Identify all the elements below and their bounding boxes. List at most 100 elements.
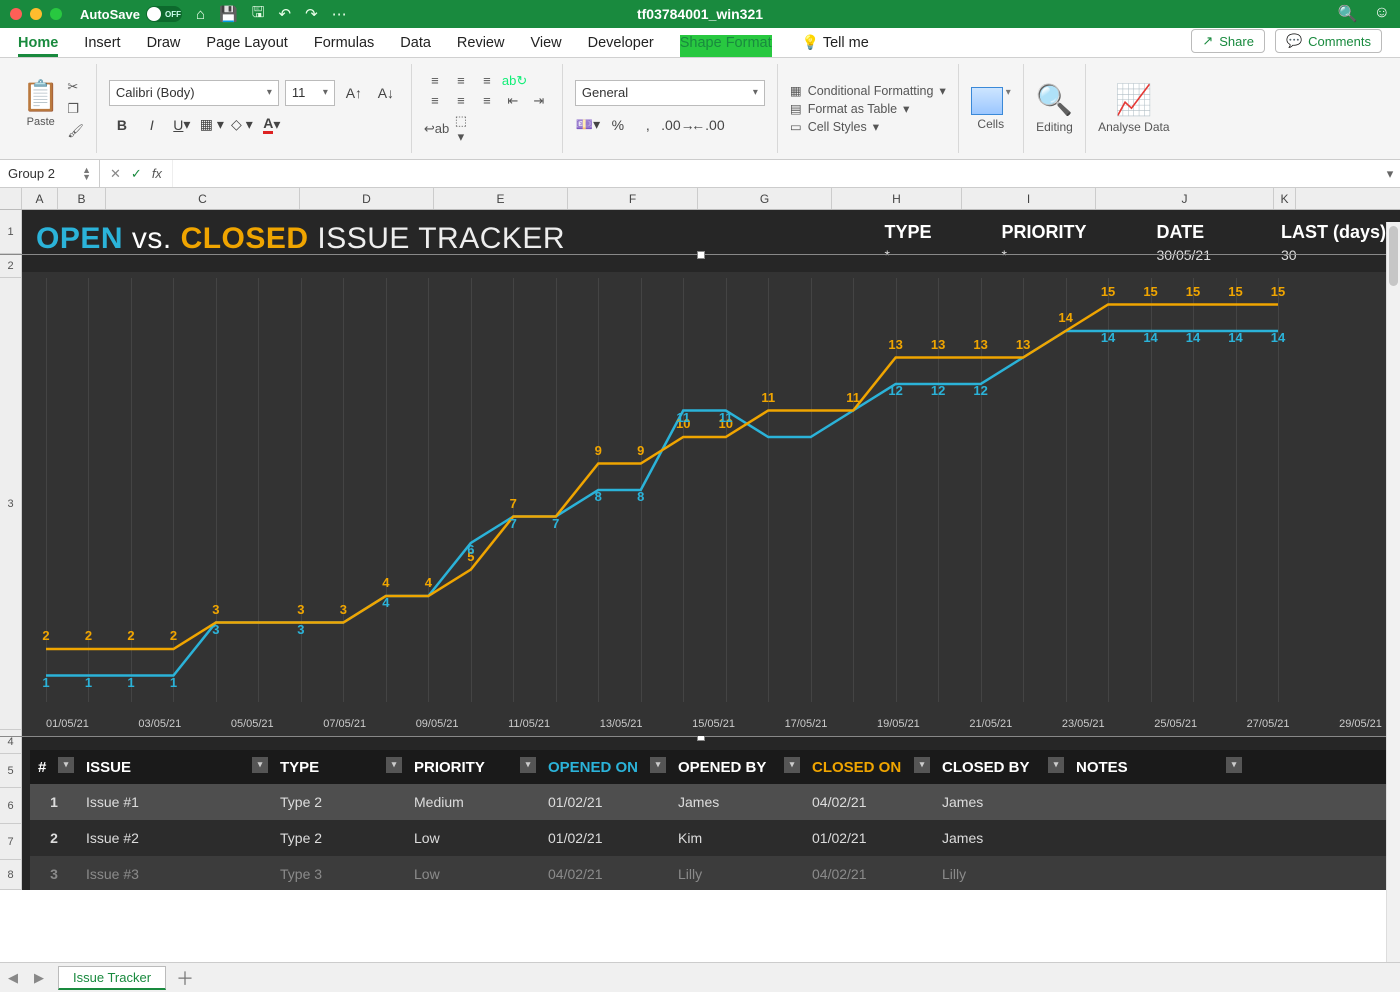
increase-font-icon[interactable]: A↑ [341, 80, 367, 106]
col-header[interactable]: G [698, 188, 832, 209]
tab-formulas[interactable]: Formulas [314, 35, 374, 57]
fill-color-button[interactable]: ◇ ▾ [229, 112, 255, 138]
th-opened-by[interactable]: OPENED BY▾ [670, 759, 804, 776]
table-cell[interactable]: Lilly [934, 866, 1068, 882]
table-cell[interactable]: 01/02/21 [540, 794, 670, 810]
font-combo[interactable]: Calibri (Body)▾ [109, 80, 279, 106]
analyse-data-button[interactable]: 📈 Analyse Data [1098, 83, 1169, 134]
indent-inc-icon[interactable]: ⇥ [528, 93, 550, 109]
comments-button[interactable]: 💬Comments [1275, 29, 1382, 53]
table-cell[interactable]: 04/02/21 [804, 866, 934, 882]
align-left-icon[interactable]: ≡ [424, 93, 446, 108]
share-button[interactable]: ↗Share [1191, 29, 1265, 53]
table-cell[interactable]: 2 [30, 830, 78, 846]
table-cell[interactable]: Type 2 [272, 794, 406, 810]
table-row[interactable]: 2Issue #2Type 2Low01/02/21Kim01/02/21Jam… [30, 820, 1390, 856]
worksheet[interactable]: 1 2 3 4 5 6 7 8 OPEN vs. CLOSED ISSUE TR… [0, 210, 1400, 890]
copy-icon[interactable]: ❐ [67, 101, 84, 117]
row-header[interactable]: 8 [0, 860, 21, 890]
table-cell[interactable]: James [934, 830, 1068, 846]
filter-icon[interactable]: ▾ [1226, 757, 1242, 773]
sheet-tab[interactable]: Issue Tracker [58, 966, 166, 990]
col-header[interactable]: H [832, 188, 962, 209]
align-center-icon[interactable]: ≡ [450, 93, 472, 108]
tab-draw[interactable]: Draw [147, 35, 181, 57]
table-cell[interactable]: 04/02/21 [804, 794, 934, 810]
col-header[interactable]: E [434, 188, 568, 209]
table-cell[interactable]: Issue #1 [78, 794, 272, 810]
table-cell[interactable]: James [934, 794, 1068, 810]
percent-icon[interactable]: % [605, 112, 631, 138]
table-row[interactable]: 3Issue #3Type 3Low04/02/21Lilly04/02/21L… [30, 856, 1390, 890]
close-window-icon[interactable] [10, 8, 22, 20]
minimize-window-icon[interactable] [30, 8, 42, 20]
more-icon[interactable]: ⋯ [332, 5, 347, 23]
th-priority[interactable]: PRIORITY▾ [406, 759, 540, 776]
tab-view[interactable]: View [530, 35, 561, 57]
table-cell[interactable]: 3 [30, 866, 78, 882]
align-top-icon[interactable]: ≡ [424, 73, 446, 88]
col-header[interactable]: I [962, 188, 1096, 209]
table-row[interactable]: 1Issue #1Type 2Medium01/02/21James04/02/… [30, 784, 1390, 820]
comma-icon[interactable]: , [635, 112, 661, 138]
line-chart[interactable]: 01/05/2103/05/2105/05/2107/05/2109/05/21… [22, 272, 1400, 736]
table-cell[interactable]: Type 2 [272, 830, 406, 846]
filter-icon[interactable]: ▾ [520, 757, 536, 773]
formula-bar[interactable] [172, 160, 1380, 187]
filter-icon[interactable]: ▾ [1048, 757, 1064, 773]
th-issue[interactable]: ISSUE▾ [78, 759, 272, 776]
home-icon[interactable]: ⌂ [196, 6, 205, 23]
filter-icon[interactable]: ▾ [784, 757, 800, 773]
table-cell[interactable]: 01/02/21 [540, 830, 670, 846]
th-closed-on[interactable]: CLOSED ON▾ [804, 759, 934, 776]
col-header[interactable]: D [300, 188, 434, 209]
expand-formula-bar-icon[interactable]: ▾ [1380, 166, 1400, 182]
italic-button[interactable]: I [139, 112, 165, 138]
row-header[interactable]: 2 [0, 254, 21, 278]
th-num[interactable]: #▾ [30, 759, 78, 776]
format-as-table-button[interactable]: ▤Format as Table ▾ [790, 101, 946, 116]
cell-styles-button[interactable]: ▭Cell Styles ▾ [790, 119, 946, 134]
filter-icon[interactable]: ▾ [252, 757, 268, 773]
font-size-combo[interactable]: 11▾ [285, 80, 335, 106]
sheet-nav-prev-icon[interactable]: ◀ [0, 970, 26, 986]
align-right-icon[interactable]: ≡ [476, 93, 498, 108]
maximize-window-icon[interactable] [50, 8, 62, 20]
account-icon[interactable]: ☺ [1374, 4, 1390, 24]
table-cell[interactable]: Low [406, 866, 540, 882]
cut-icon[interactable]: ✂ [67, 79, 84, 95]
undo-icon[interactable]: ↶ [279, 5, 292, 23]
save-icon[interactable]: 💾 [219, 5, 238, 23]
paste-button[interactable]: 📋 Paste [22, 79, 59, 128]
row-header[interactable]: 7 [0, 824, 21, 860]
cells-button[interactable]: ▾ Cells [971, 87, 1011, 131]
table-cell[interactable]: Issue #2 [78, 830, 272, 846]
enter-icon[interactable]: ✓ [131, 166, 142, 182]
table-cell[interactable]: Kim [670, 830, 804, 846]
indent-dec-icon[interactable]: ⇤ [502, 93, 524, 109]
decrease-decimal-icon[interactable]: ←.00 [695, 112, 721, 138]
align-bottom-icon[interactable]: ≡ [476, 73, 498, 88]
col-header[interactable]: A [22, 188, 58, 209]
tab-review[interactable]: Review [457, 35, 505, 57]
row-header[interactable]: 3 [0, 278, 21, 730]
filter-icon[interactable]: ▾ [914, 757, 930, 773]
align-middle-icon[interactable]: ≡ [450, 73, 472, 88]
name-box[interactable]: Group 2▲▼ [0, 160, 100, 187]
fx-icon[interactable]: fx [152, 166, 162, 181]
tell-me[interactable]: 💡 Tell me [798, 34, 869, 57]
number-format-combo[interactable]: General▾ [575, 80, 765, 106]
vertical-scrollbar[interactable] [1386, 222, 1400, 962]
row-header[interactable]: 1 [0, 210, 21, 254]
th-type[interactable]: TYPE▾ [272, 759, 406, 776]
borders-button[interactable]: ▦ ▾ [199, 112, 225, 138]
tab-developer[interactable]: Developer [588, 35, 654, 57]
row-header[interactable]: 5 [0, 754, 21, 788]
select-all-corner[interactable] [0, 188, 22, 209]
filter-icon[interactable]: ▾ [650, 757, 666, 773]
redo-icon[interactable]: ↷ [305, 5, 318, 23]
col-header[interactable]: B [58, 188, 106, 209]
col-header[interactable]: F [568, 188, 698, 209]
cancel-icon[interactable]: ✕ [110, 166, 121, 182]
editing-button[interactable]: 🔍 Editing [1036, 83, 1073, 134]
